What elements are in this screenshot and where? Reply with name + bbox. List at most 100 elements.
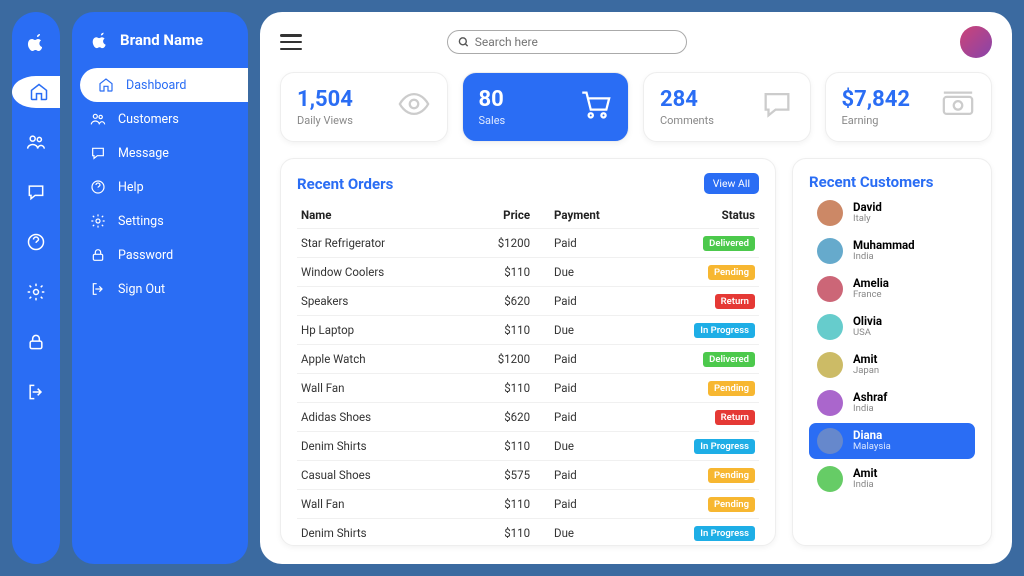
sidebar-item-sign-out[interactable]: Sign Out (72, 272, 248, 306)
customer-item[interactable]: AmeliaFrance (809, 271, 975, 307)
customer-item[interactable]: DavidItaly (809, 195, 975, 231)
table-row[interactable]: Adidas Shoes$620PaidReturn (297, 403, 759, 432)
status-badge: Pending (708, 265, 755, 280)
rail-item-password[interactable] (20, 326, 52, 358)
cell-payment: Paid (550, 403, 642, 432)
customer-location: Italy (853, 214, 882, 224)
sidebar-item-label: Message (118, 146, 169, 161)
cell-name: Speakers (297, 287, 454, 316)
table-row[interactable]: Denim Shirts$110DueIn Progress (297, 432, 759, 461)
table-row[interactable]: Hp Laptop$110DueIn Progress (297, 316, 759, 345)
search-input[interactable] (475, 35, 676, 49)
cell-status: Pending (642, 258, 759, 287)
stat-value: 1,504 (297, 87, 353, 112)
stat-value: 80 (479, 87, 506, 112)
lock-icon (90, 247, 106, 263)
menu-toggle-icon[interactable] (280, 34, 302, 50)
cell-price: $1200 (454, 345, 550, 374)
lock-icon (26, 332, 46, 352)
customer-item[interactable]: MuhammadIndia (809, 233, 975, 269)
stat-card-comments[interactable]: 284Comments (643, 72, 811, 142)
customer-item[interactable]: AmitIndia (809, 461, 975, 497)
cell-name: Casual Shoes (297, 461, 454, 490)
table-row[interactable]: Star Refrigerator$1200PaidDelivered (297, 229, 759, 258)
table-row[interactable]: Wall Fan$110PaidPending (297, 374, 759, 403)
user-avatar[interactable] (960, 26, 992, 58)
rail-item-sign-out[interactable] (20, 376, 52, 408)
customer-item[interactable]: AshrafIndia (809, 385, 975, 421)
sidebar-item-password[interactable]: Password (72, 238, 248, 272)
cell-status: Pending (642, 461, 759, 490)
stat-label: Sales (479, 114, 506, 127)
sidebar-item-customers[interactable]: Customers (72, 102, 248, 136)
status-badge: Pending (708, 468, 755, 483)
cell-name: Denim Shirts (297, 432, 454, 461)
cell-status: Delivered (642, 229, 759, 258)
recent-orders-panel: Recent Orders View All NamePricePaymentS… (280, 158, 776, 546)
table-row[interactable]: Apple Watch$1200PaidDelivered (297, 345, 759, 374)
sidebar-item-label: Password (118, 248, 173, 263)
help-icon (90, 179, 106, 195)
customer-avatar (817, 238, 843, 264)
cell-status: Return (642, 403, 759, 432)
cell-status: Pending (642, 490, 759, 519)
rail-item-message[interactable] (20, 176, 52, 208)
customer-avatar (817, 352, 843, 378)
cell-name: Star Refrigerator (297, 229, 454, 258)
sidebar-item-label: Help (118, 180, 144, 195)
main-content: 1,504 Daily Views 80 Sales 284Comments$7,842… (260, 12, 1012, 564)
view-all-button[interactable]: View All (704, 173, 759, 194)
cell-price: $110 (454, 432, 550, 461)
table-row[interactable]: Speakers$620PaidReturn (297, 287, 759, 316)
cart-icon (578, 87, 612, 121)
rail-item-customers[interactable] (20, 126, 52, 158)
search-box[interactable] (447, 30, 687, 54)
customer-location: India (853, 480, 877, 490)
cell-price: $1200 (454, 229, 550, 258)
rail-item-settings[interactable] (20, 276, 52, 308)
status-badge: In Progress (694, 439, 755, 454)
table-row[interactable]: Wall Fan$110PaidPending (297, 490, 759, 519)
rail-item-dashboard[interactable] (12, 76, 60, 108)
rail-item-help[interactable] (20, 226, 52, 258)
status-badge: Return (715, 294, 755, 309)
brand-logo-icon (90, 30, 110, 50)
stat-card-daily-views[interactable]: 1,504 Daily Views (280, 72, 448, 142)
gear-icon (26, 282, 46, 302)
chat-icon (760, 87, 794, 121)
signout-icon (90, 281, 106, 297)
table-row[interactable]: Window Coolers$110DuePending (297, 258, 759, 287)
cell-payment: Due (550, 258, 642, 287)
cell-payment: Due (550, 519, 642, 548)
home-icon (29, 82, 49, 102)
customer-item[interactable]: DianaMalaysia (809, 423, 975, 459)
eye-icon (397, 87, 431, 121)
logo-icon[interactable] (20, 26, 52, 58)
stat-card-earning[interactable]: $7,842Earning (825, 72, 993, 142)
table-row[interactable]: Casual Shoes$575PaidPending (297, 461, 759, 490)
table-row[interactable]: Denim Shirts$110DueIn Progress (297, 519, 759, 548)
customer-item[interactable]: OliviaUSA (809, 309, 975, 345)
status-badge: Delivered (703, 352, 755, 367)
stat-label: Daily Views (297, 114, 353, 127)
customer-avatar (817, 276, 843, 302)
cell-price: $620 (454, 287, 550, 316)
sidebar-item-message[interactable]: Message (72, 136, 248, 170)
stat-card-sales[interactable]: 80 Sales (462, 72, 630, 142)
sidebar-item-settings[interactable]: Settings (72, 204, 248, 238)
home-icon (98, 77, 114, 93)
cell-status: In Progress (642, 432, 759, 461)
status-badge: Pending (708, 381, 755, 396)
sidebar-item-dashboard[interactable]: Dashboard (80, 68, 248, 102)
status-badge: In Progress (694, 526, 755, 541)
cell-price: $110 (454, 316, 550, 345)
sidebar-item-help[interactable]: Help (72, 170, 248, 204)
col-name: Name (297, 202, 454, 229)
cell-price: $110 (454, 490, 550, 519)
cell-name: Window Coolers (297, 258, 454, 287)
cell-name: Hp Laptop (297, 316, 454, 345)
customer-item[interactable]: AmitJapan (809, 347, 975, 383)
recent-customers-panel: Recent Customers DavidItalyMuhammadIndia… (792, 158, 992, 546)
signout-icon (26, 382, 46, 402)
cell-name: Wall Fan (297, 374, 454, 403)
